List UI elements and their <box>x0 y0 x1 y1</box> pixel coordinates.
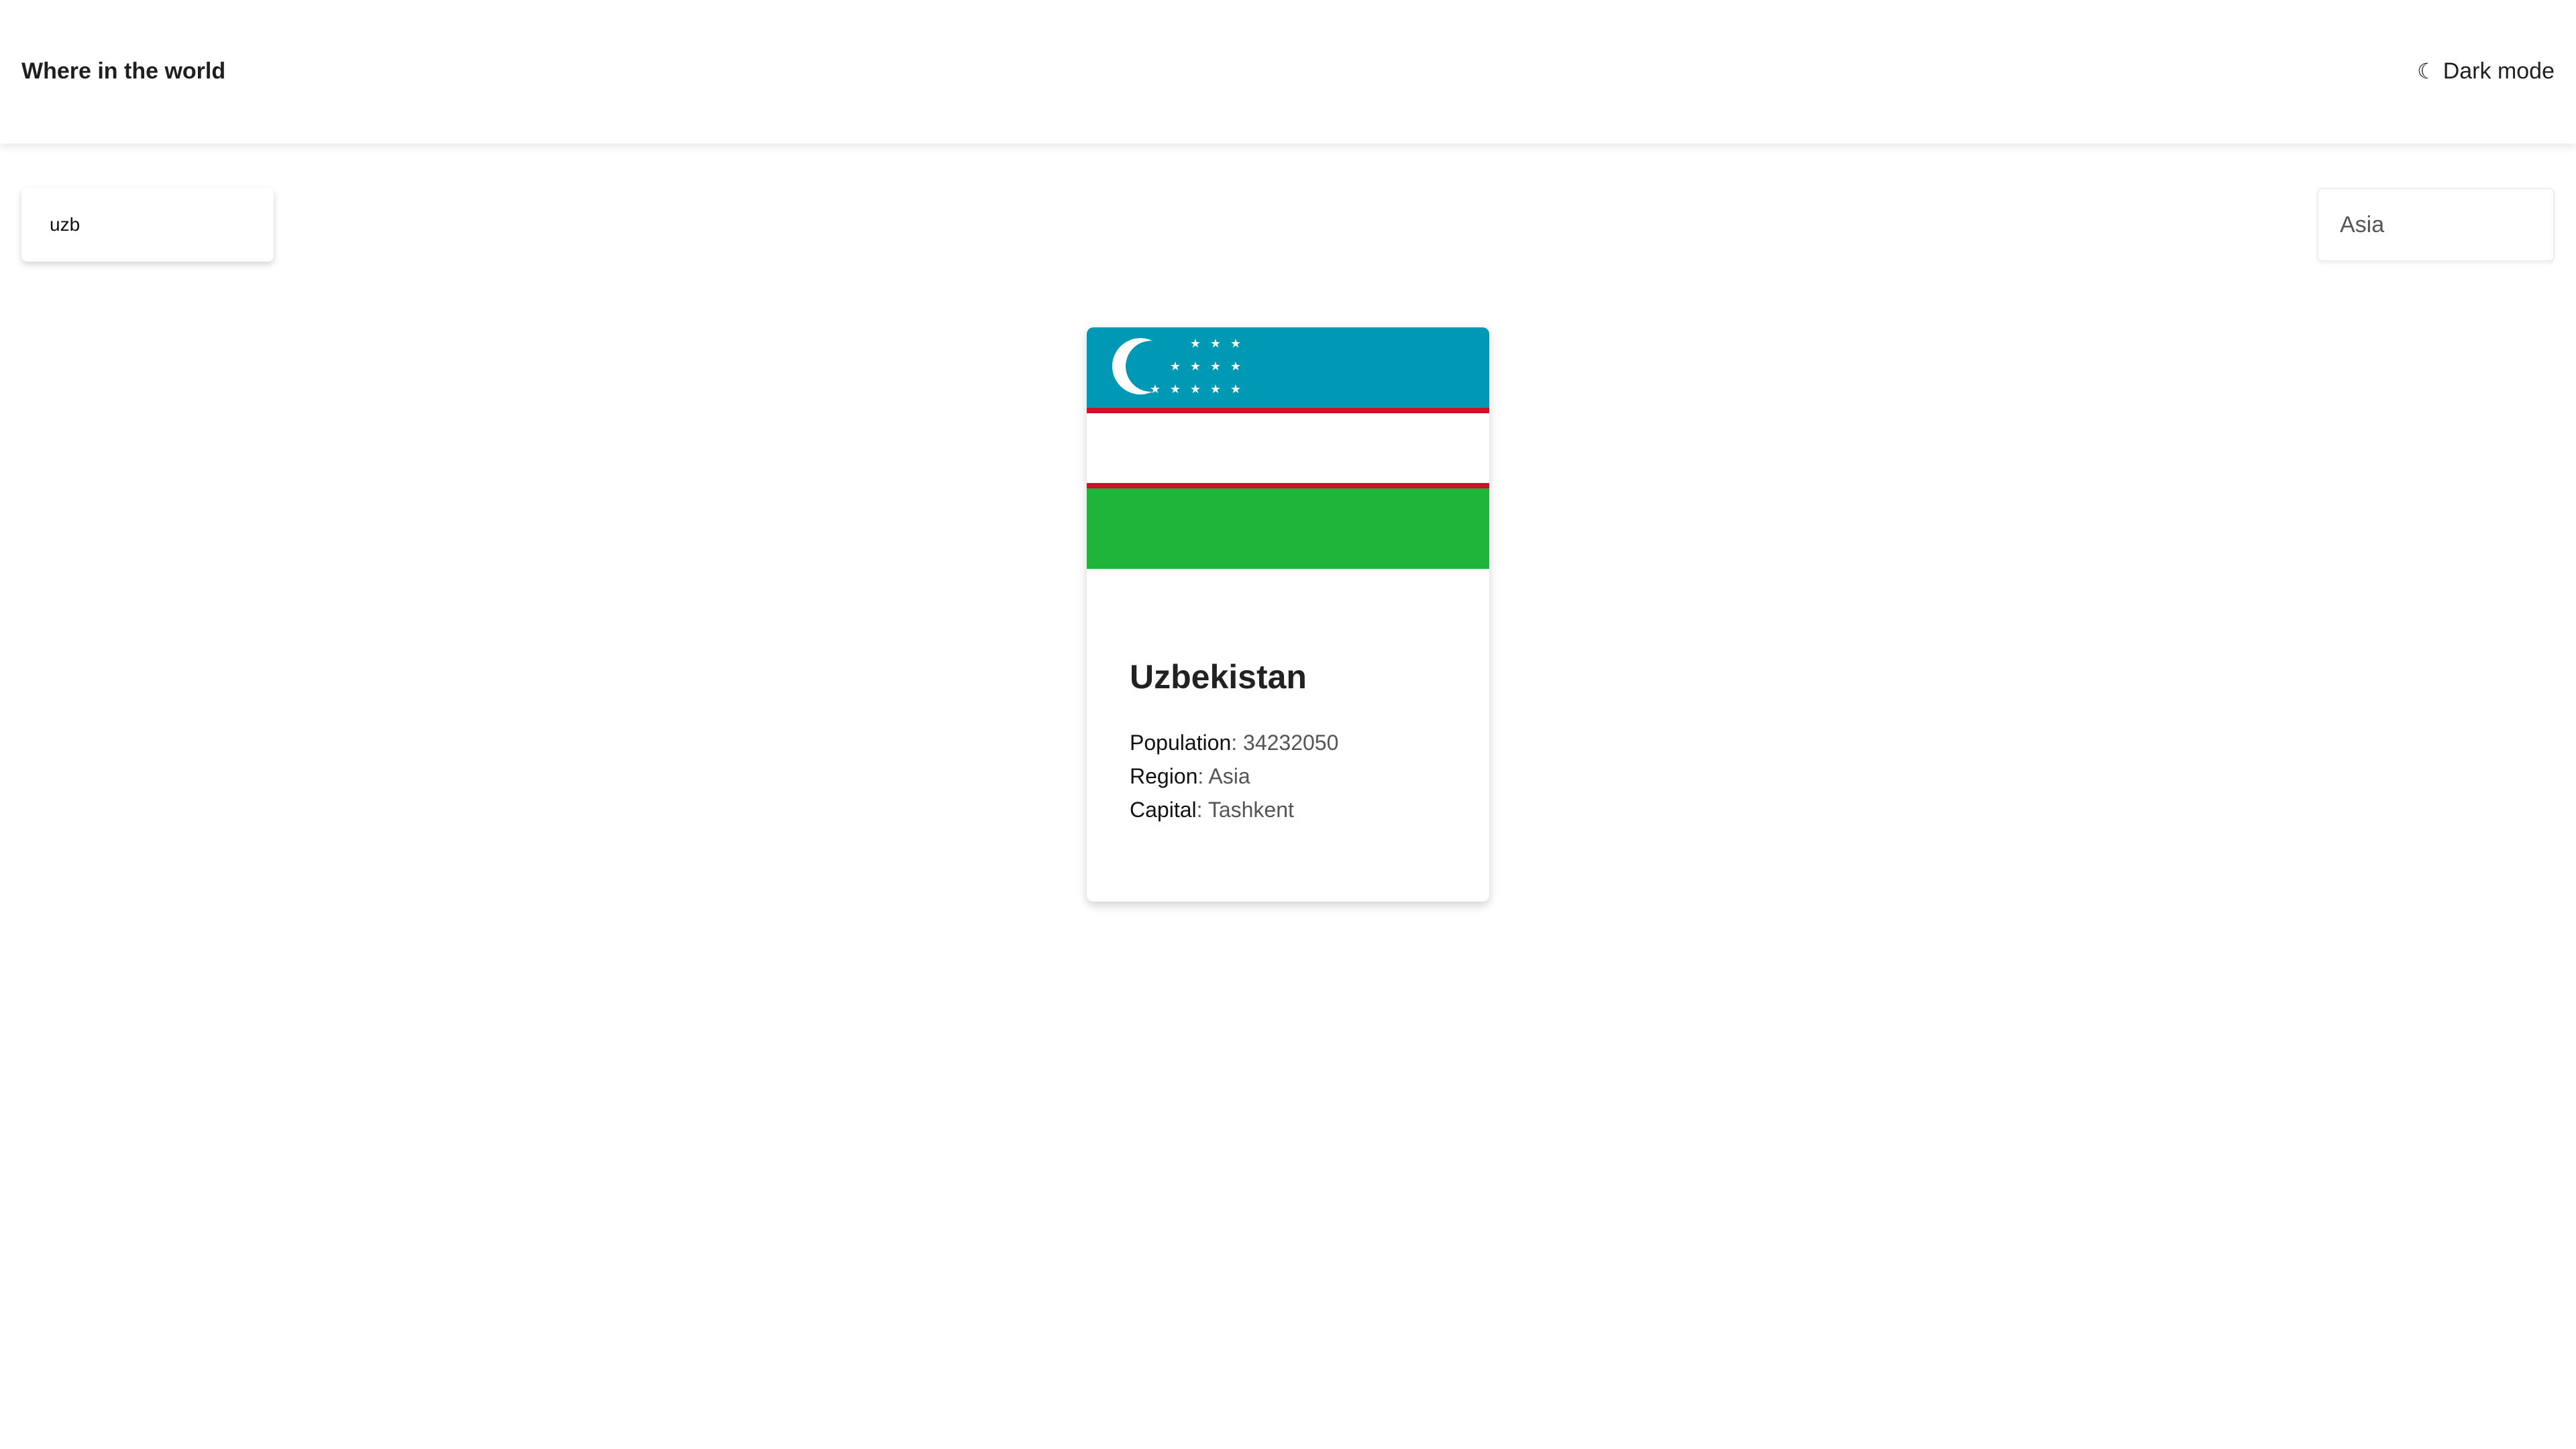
search-box[interactable] <box>21 188 274 262</box>
country-card[interactable]: ★ ★ ★ ★ ★ ★ ★ ★ ★ ★ ★ ★ Uzbekistan Population: 34… <box>1087 327 1489 902</box>
app-title: Where in the world <box>21 58 226 84</box>
region-filter-value: Asia <box>2340 211 2385 237</box>
region-value: Asia <box>1208 764 1250 788</box>
svg-text:★: ★ <box>1150 382 1161 396</box>
svg-text:★: ★ <box>1230 360 1241 374</box>
capital-value: Tashkent <box>1208 798 1294 822</box>
svg-text:★: ★ <box>1190 382 1201 396</box>
country-details: Population: 34232050 Region: Asia Capita… <box>1130 726 1446 826</box>
svg-text:★: ★ <box>1190 337 1201 351</box>
capital-label: Capital <box>1130 798 1197 822</box>
svg-text:★: ★ <box>1210 337 1221 351</box>
population-label: Population <box>1130 731 1232 755</box>
svg-text:★: ★ <box>1230 382 1241 396</box>
svg-text:★: ★ <box>1190 360 1201 374</box>
svg-text:★: ★ <box>1230 337 1241 351</box>
region-row: Region: Asia <box>1130 764 1250 788</box>
dark-mode-toggle[interactable]: ☾ Dark mode <box>2417 55 2555 87</box>
population-value: 34232050 <box>1243 731 1339 755</box>
population-row: Population: 34232050 <box>1130 731 1339 755</box>
uzbekistan-flag: ★ ★ ★ ★ ★ ★ ★ ★ ★ ★ ★ ★ <box>1087 327 1489 569</box>
card-body: Uzbekistan Population: 34232050 Region: … <box>1087 569 1489 826</box>
svg-text:★: ★ <box>1170 360 1181 374</box>
dark-mode-label: Dark mode <box>2443 58 2555 84</box>
svg-text:★: ★ <box>1170 382 1181 396</box>
region-label: Region <box>1130 764 1198 788</box>
country-name: Uzbekistan <box>1130 658 1307 696</box>
capital-row: Capital: Tashkent <box>1130 798 1294 822</box>
app-header: Where in the world ☾ Dark mode <box>0 0 2576 144</box>
search-input[interactable] <box>48 213 247 236</box>
svg-text:★: ★ <box>1210 360 1221 374</box>
moon-icon: ☾ <box>2417 58 2436 84</box>
region-filter-select[interactable]: Asia <box>2317 188 2555 262</box>
svg-text:★: ★ <box>1210 382 1221 396</box>
